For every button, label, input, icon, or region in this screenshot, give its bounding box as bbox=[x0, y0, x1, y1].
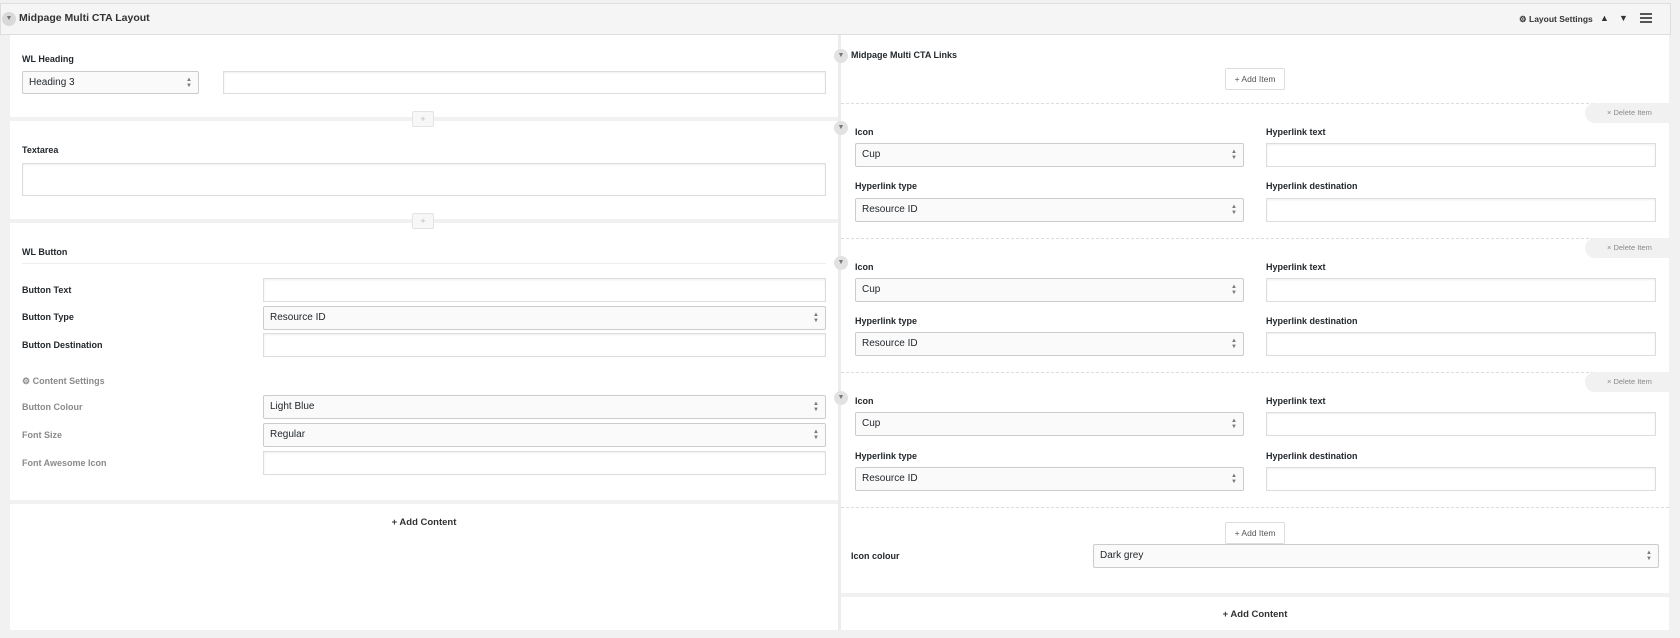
chevron-down-icon[interactable]: ▼ bbox=[834, 256, 848, 270]
delete-item-button[interactable]: × Delete Item bbox=[1585, 103, 1669, 123]
item-hyperlink-text-label: Hyperlink text bbox=[1266, 127, 1326, 137]
item-divider bbox=[841, 372, 1669, 373]
insert-module-button[interactable]: + bbox=[412, 111, 434, 127]
module-separator bbox=[841, 593, 1669, 597]
item-hyperlink-destination-label: Hyperlink destination bbox=[1266, 451, 1358, 461]
item-hyperlink-text-input[interactable] bbox=[1266, 143, 1656, 167]
delete-item-button[interactable]: × Delete Item bbox=[1585, 238, 1669, 258]
select-arrows-icon: ▲ ▼ bbox=[186, 77, 192, 89]
heading-text-input[interactable] bbox=[223, 71, 826, 94]
item-hyperlink-type-select[interactable]: Resource ID ▲ ▼ bbox=[855, 332, 1244, 356]
move-up-icon[interactable]: ▲ bbox=[1600, 13, 1609, 23]
font-awesome-icon-input[interactable] bbox=[263, 451, 826, 475]
select-arrows-icon: ▲ ▼ bbox=[1231, 418, 1237, 430]
select-arrows-icon: ▲ ▼ bbox=[1231, 338, 1237, 350]
item-divider bbox=[841, 507, 1669, 508]
item-icon-label: Icon bbox=[855, 127, 874, 137]
select-arrows-icon: ▲ ▼ bbox=[813, 401, 819, 413]
icon-colour-select[interactable]: Dark grey ▲ ▼ bbox=[1093, 544, 1659, 568]
select-arrows-icon: ▲ ▼ bbox=[813, 429, 819, 441]
select-arrows-icon: ▲ ▼ bbox=[1231, 473, 1237, 485]
item-icon-select[interactable]: Cup ▲ ▼ bbox=[855, 412, 1244, 436]
chevron-down-icon[interactable]: ▼ bbox=[834, 121, 848, 135]
item-icon-label: Icon bbox=[855, 262, 874, 272]
item-divider bbox=[841, 238, 1669, 239]
delete-item-button[interactable]: × Delete Item bbox=[1585, 372, 1669, 392]
add-item-button[interactable]: + Add Item bbox=[1225, 68, 1285, 90]
item-hyperlink-destination-label: Hyperlink destination bbox=[1266, 181, 1358, 191]
button-type-label: Button Type bbox=[22, 312, 74, 322]
item-hyperlink-destination-input[interactable] bbox=[1266, 198, 1656, 222]
button-destination-input[interactable] bbox=[263, 333, 826, 357]
add-content-button[interactable]: + Add Content bbox=[10, 517, 838, 528]
select-arrows-icon: ▲ ▼ bbox=[1231, 149, 1237, 161]
collapse-toggle-icon[interactable]: ▼ bbox=[2, 12, 16, 26]
gear-icon: ⚙ bbox=[22, 376, 31, 386]
textarea-input[interactable] bbox=[22, 163, 826, 196]
select-arrows-icon: ▲ ▼ bbox=[1231, 204, 1237, 216]
layout-title: Midpage Multi CTA Layout bbox=[19, 12, 150, 24]
insert-module-button[interactable]: + bbox=[412, 213, 434, 229]
button-colour-select[interactable]: Light Blue ▲ ▼ bbox=[263, 395, 826, 419]
layout-settings-button[interactable]: ⚙ Layout Settings bbox=[1519, 14, 1593, 25]
gear-icon: ⚙ bbox=[1519, 14, 1527, 24]
divider bbox=[22, 263, 826, 264]
button-text-input[interactable] bbox=[263, 278, 826, 302]
move-down-icon[interactable]: ▼ bbox=[1619, 13, 1628, 23]
content-settings-toggle[interactable]: ⚙ Content Settings bbox=[22, 376, 105, 387]
select-arrows-icon: ▲ ▼ bbox=[1646, 550, 1652, 562]
item-icon-select[interactable]: Cup ▲ ▼ bbox=[855, 278, 1244, 302]
chevron-down-icon[interactable]: ▼ bbox=[834, 49, 848, 63]
item-divider bbox=[841, 103, 1669, 104]
item-hyperlink-text-label: Hyperlink text bbox=[1266, 262, 1326, 272]
add-content-button[interactable]: + Add Content bbox=[841, 609, 1669, 620]
item-hyperlink-type-label: Hyperlink type bbox=[855, 451, 918, 461]
item-icon-select[interactable]: Cup ▲ ▼ bbox=[855, 143, 1244, 167]
item-hyperlink-type-select[interactable]: Resource ID ▲ ▼ bbox=[855, 467, 1244, 491]
layout-header bbox=[0, 3, 1671, 35]
item-hyperlink-text-input[interactable] bbox=[1266, 412, 1656, 436]
button-colour-label: Button Colour bbox=[22, 402, 83, 412]
item-hyperlink-text-input[interactable] bbox=[1266, 278, 1656, 302]
chevron-down-icon[interactable]: ▼ bbox=[834, 391, 848, 405]
font-size-label: Font Size bbox=[22, 430, 62, 440]
item-hyperlink-type-label: Hyperlink type bbox=[855, 316, 918, 326]
button-destination-label: Button Destination bbox=[22, 340, 103, 350]
item-hyperlink-destination-label: Hyperlink destination bbox=[1266, 316, 1358, 326]
item-icon-label: Icon bbox=[855, 396, 874, 406]
heading-level-select[interactable]: Heading 3 ▲ ▼ bbox=[22, 71, 199, 94]
add-item-button[interactable]: + Add Item bbox=[1225, 522, 1285, 544]
font-size-select[interactable]: Regular ▲ ▼ bbox=[263, 423, 826, 447]
select-arrows-icon: ▲ ▼ bbox=[813, 312, 819, 324]
heading-module-label: WL Heading bbox=[22, 54, 74, 64]
button-module-label: WL Button bbox=[22, 247, 68, 257]
font-awesome-icon-label: Font Awesome Icon bbox=[22, 458, 107, 468]
item-hyperlink-destination-input[interactable] bbox=[1266, 467, 1656, 491]
select-arrows-icon: ▲ ▼ bbox=[1231, 284, 1237, 296]
cta-links-title: Midpage Multi CTA Links bbox=[851, 50, 957, 60]
icon-colour-label: Icon colour bbox=[851, 551, 900, 561]
item-hyperlink-type-label: Hyperlink type bbox=[855, 181, 918, 191]
hamburger-menu-icon[interactable] bbox=[1640, 13, 1652, 23]
textarea-module-label: Textarea bbox=[22, 145, 59, 155]
item-hyperlink-destination-input[interactable] bbox=[1266, 332, 1656, 356]
button-type-select[interactable]: Resource ID ▲ ▼ bbox=[263, 306, 826, 330]
button-text-label: Button Text bbox=[22, 285, 72, 295]
module-separator bbox=[10, 500, 838, 504]
item-hyperlink-text-label: Hyperlink text bbox=[1266, 396, 1326, 406]
item-hyperlink-type-select[interactable]: Resource ID ▲ ▼ bbox=[855, 198, 1244, 222]
